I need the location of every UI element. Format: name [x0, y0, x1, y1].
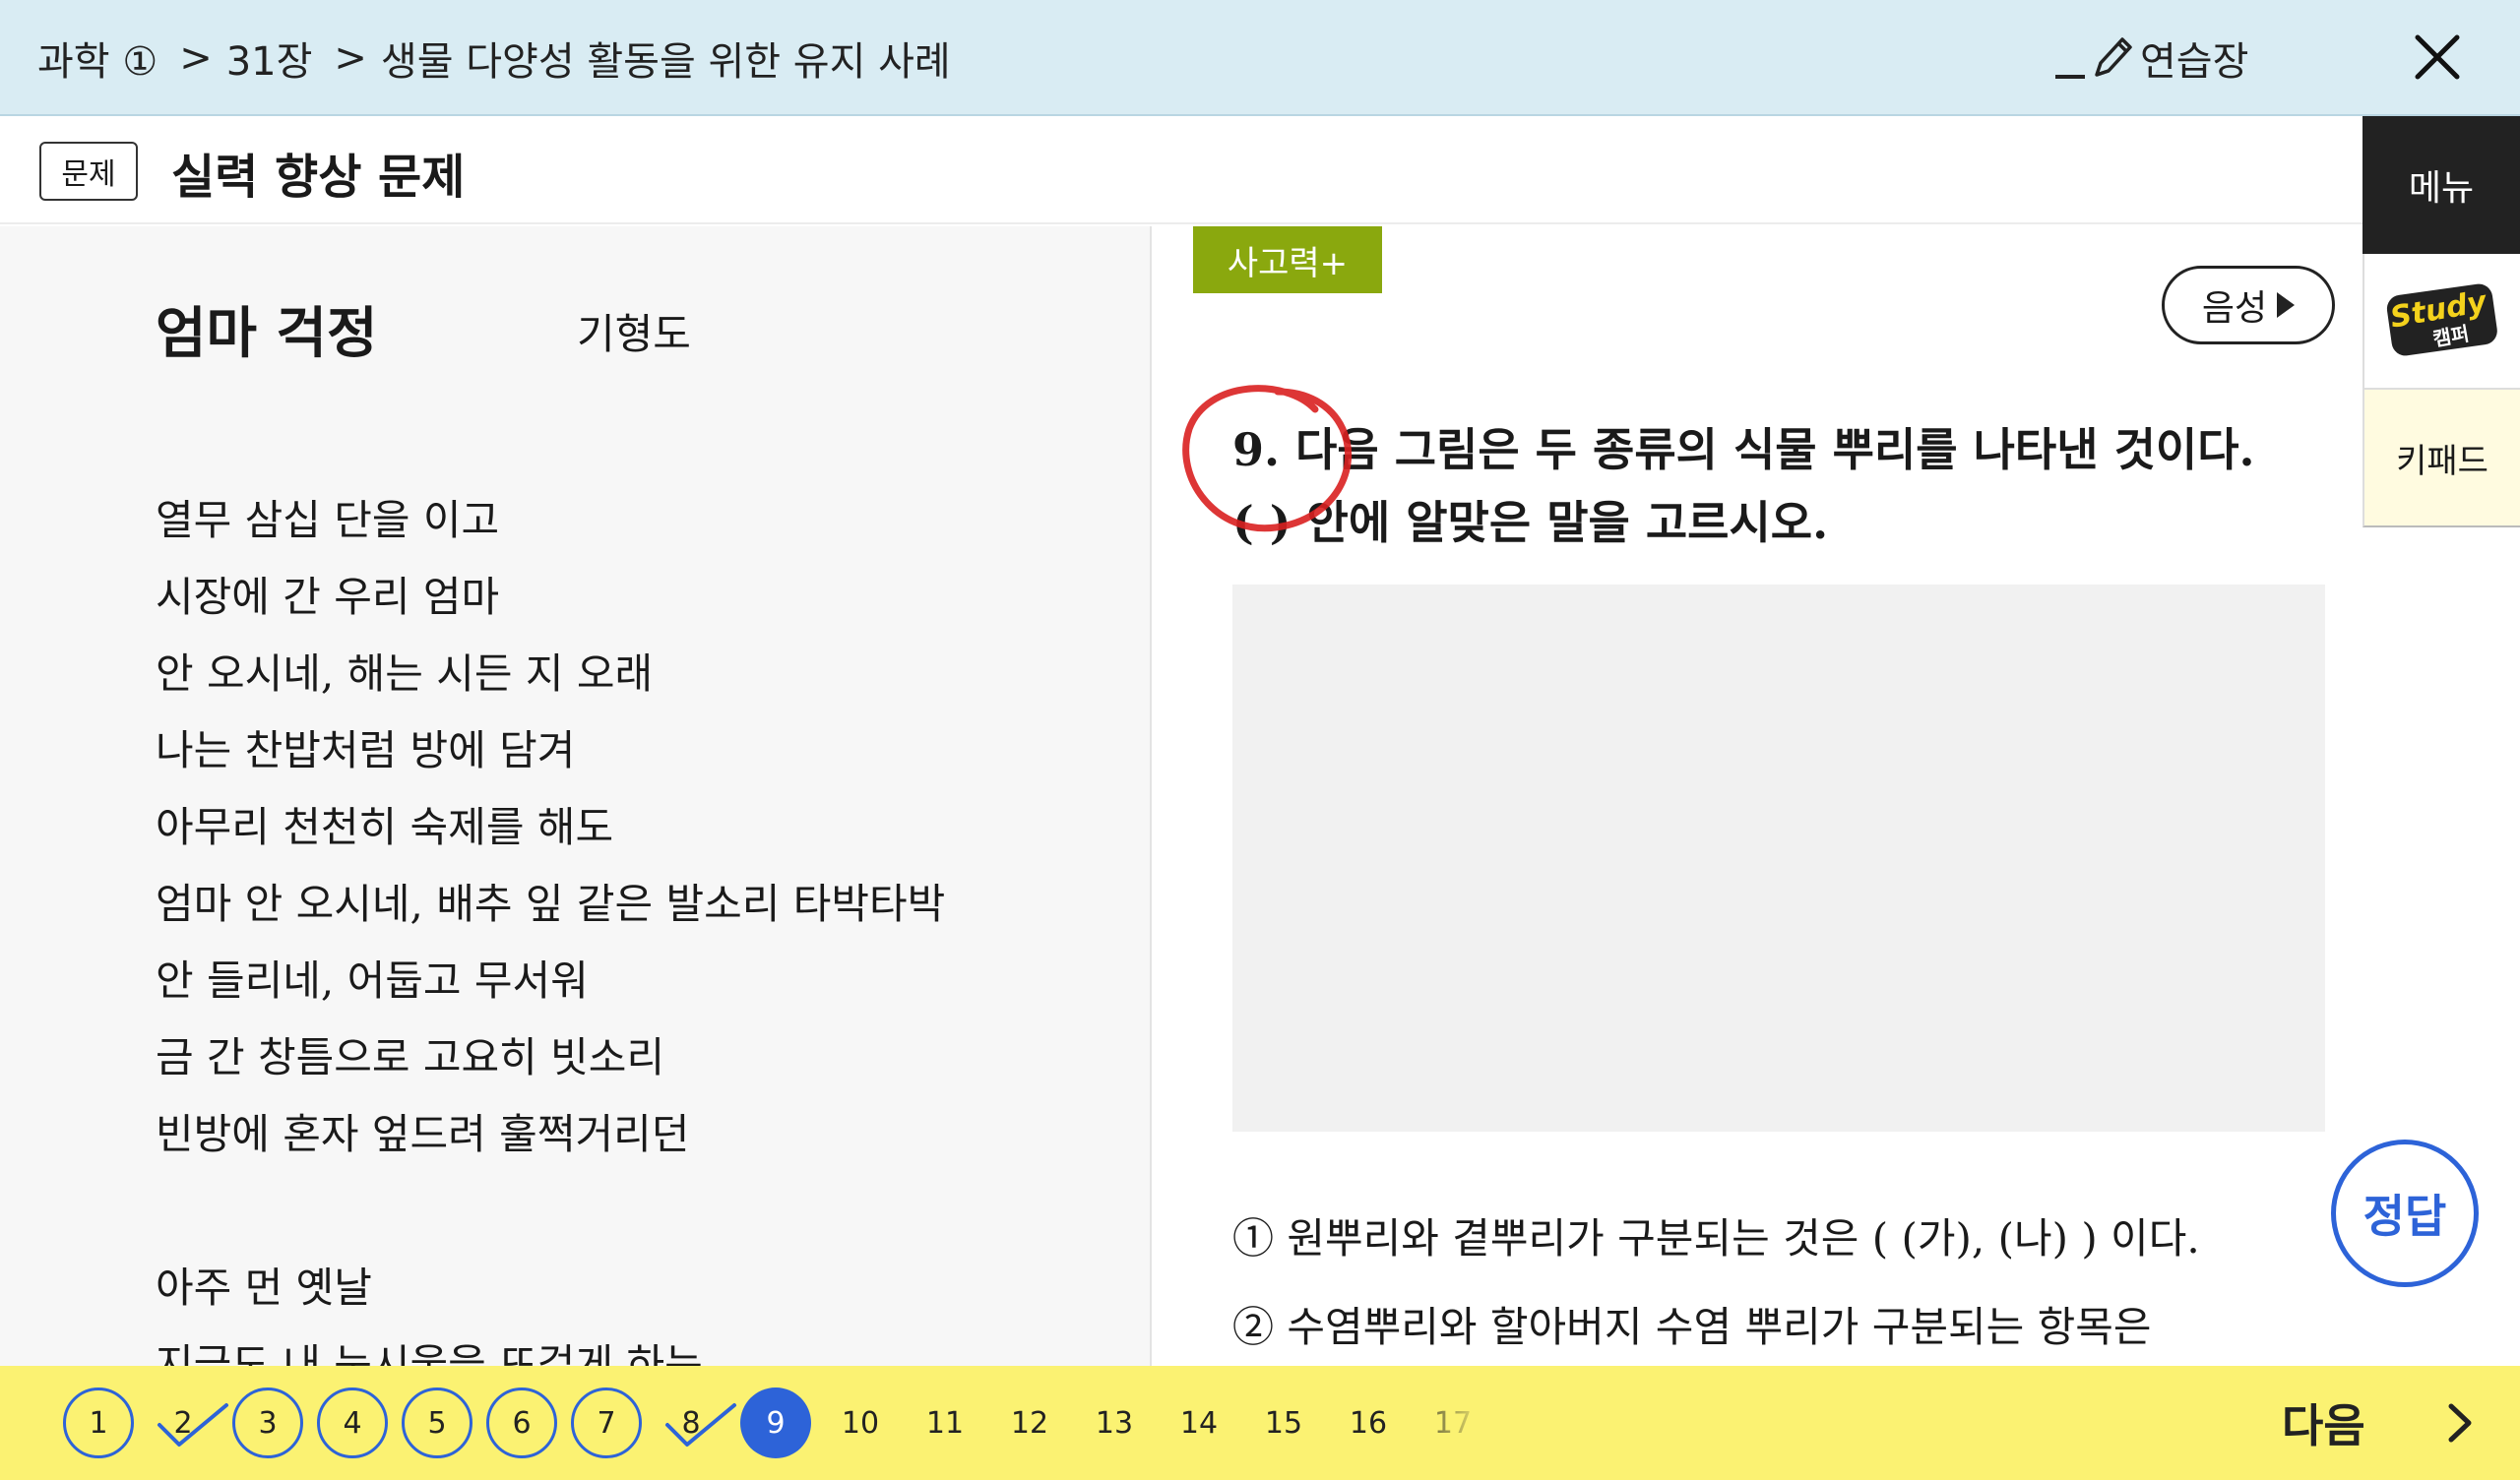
underline-icon: [2055, 75, 2085, 79]
breadcrumb-topic: 생물 다양성 활동을 위한 유지 사례: [380, 39, 951, 85]
poem-line: 아주 먼 옛날: [156, 1264, 372, 1312]
poem-line: 지금도 내 눈시울을 뜨겁게 하는: [156, 1340, 703, 1366]
page-number: 12: [1010, 1405, 1049, 1441]
page-button[interactable]: 6: [486, 1388, 557, 1458]
question-line-1: 9. 다음 그림은 두 종류의 식물 뿌리를 나타낸 것이다.: [1232, 423, 2255, 476]
breadcrumb-subject[interactable]: 과학 ①: [37, 30, 158, 87]
play-icon: [2277, 292, 2296, 318]
next-button[interactable]: 다음: [2282, 1366, 2479, 1480]
page-number: 3: [258, 1405, 278, 1441]
passage-pane[interactable]: 엄마 걱정 기형도 열무 삼십 단을 이고 시장에 간 우리 엄마 안 오시네,…: [0, 226, 1152, 1366]
root-figure-placeholder: [1232, 585, 2325, 1132]
page-number: 13: [1095, 1405, 1134, 1441]
chevron-right-icon: [2448, 1403, 2472, 1443]
option-1[interactable]: ① 원뿌리와 곁뿌리가 구분되는 것은 ( (가), (나) ) 이다.: [1232, 1195, 2200, 1283]
page-number: 14: [1179, 1405, 1219, 1441]
page-number: 10: [841, 1405, 880, 1441]
page-button[interactable]: 8: [656, 1388, 736, 1458]
poem-line: 아무리 천천히 숙제를 해도: [156, 803, 614, 851]
poem-line: 안 들리네, 어둡고 무서워: [156, 956, 589, 1005]
breadcrumb-chapter[interactable]: 31장: [226, 30, 313, 87]
page-number: 1: [89, 1405, 108, 1441]
page-button[interactable]: 3: [232, 1388, 303, 1458]
page-button[interactable]: 9: [740, 1388, 811, 1458]
checkmark-icon: [158, 1403, 228, 1447]
breadcrumb: 과학 ① > 31장 > 생물 다양성 활동을 위한 유지 사례: [37, 30, 951, 87]
poem-line: 열무 삼십 단을 이고: [156, 496, 500, 544]
poem-title: 엄마 걱정: [156, 301, 378, 366]
page-list: 1234567891011121314151617: [63, 1388, 1480, 1458]
practice-pad-button[interactable]: 연습장: [2055, 30, 2248, 87]
poem-author: 기형도: [577, 310, 691, 358]
poem-line: 금 간 창틈으로 고요히 빗소리: [156, 1033, 665, 1081]
page-button[interactable]: 13: [1079, 1388, 1150, 1458]
question-text: 9. 다음 그림은 두 종류의 식물 뿌리를 나타낸 것이다. ( ) 안에 알…: [1232, 413, 2335, 559]
answer-button[interactable]: 정답: [2331, 1140, 2479, 1287]
audio-label: 음성: [2201, 288, 2268, 329]
stanza-gap: [156, 1173, 945, 1250]
option-2[interactable]: ② 수염뿌리와 할아버지 수염 뿌리가 구분되는 항목은: [1232, 1283, 2200, 1366]
pencil-icon: [2095, 37, 2132, 77]
page-button[interactable]: 11: [910, 1388, 980, 1458]
poem-line: 시장에 간 우리 엄마: [156, 573, 500, 621]
top-bar: 과학 ① > 31장 > 생물 다양성 활동을 위한 유지 사례 연습장: [0, 0, 2520, 116]
page-number: 7: [597, 1405, 616, 1441]
page-number: 9: [766, 1405, 786, 1441]
bottom-navigation: 1234567891011121314151617: [0, 1366, 2520, 1480]
page-button[interactable]: 16: [1333, 1388, 1404, 1458]
page-button[interactable]: 15: [1248, 1388, 1319, 1458]
section-header: 문제 실력 향상 문제: [0, 118, 2362, 224]
poem-line: 엄마 안 오시네, 배추 잎 같은 발소리 타박타박: [156, 880, 946, 928]
question-pane[interactable]: 사고력+ 음성 9. 다음 그림은 두 종류의 식물 뿌리를 나타낸 것이다. …: [1154, 226, 2362, 1366]
page-number: 15: [1264, 1405, 1303, 1441]
page-button[interactable]: 12: [994, 1388, 1065, 1458]
page-button[interactable]: 2: [148, 1388, 228, 1458]
page-button[interactable]: 7: [571, 1388, 642, 1458]
page-number: 6: [512, 1405, 532, 1441]
thinking-plus-badge: 사고력+: [1193, 226, 1382, 293]
section-title: 실력 향상 문제: [171, 150, 466, 205]
poem-line: 나는 찬밥처럼 방에 담겨: [156, 726, 576, 774]
keypad-button[interactable]: 키패드: [2362, 390, 2520, 527]
page-number: 5: [427, 1405, 447, 1441]
side-menu-button[interactable]: 메뉴: [2362, 116, 2520, 254]
next-label: 다음: [2282, 1399, 2365, 1452]
page-list-fade: [1398, 1378, 1486, 1472]
breadcrumb-separator-icon: >: [334, 35, 367, 81]
page-button[interactable]: 1: [63, 1388, 134, 1458]
answer-options: ① 원뿌리와 곁뿌리가 구분되는 것은 ( (가), (나) ) 이다. ② 수…: [1232, 1195, 2200, 1366]
audio-button[interactable]: 음성: [2162, 266, 2335, 344]
page-number: 4: [343, 1405, 362, 1441]
poem-body: 열무 삼십 단을 이고 시장에 간 우리 엄마 안 오시네, 해는 시든 지 오…: [156, 482, 945, 1366]
handwritten-circle-mark: [1182, 385, 1353, 532]
close-icon[interactable]: [2408, 28, 2467, 87]
page-number: 11: [925, 1405, 965, 1441]
checkmark-icon: [665, 1403, 736, 1447]
study-camper-logo: Study 캠퍼: [2386, 283, 2497, 356]
breadcrumb-separator-icon: >: [179, 35, 213, 81]
question-line-2: ( ) 안에 알맞은 말을 고르시오.: [1232, 496, 1829, 549]
page-button[interactable]: 10: [825, 1388, 896, 1458]
poem-line: 빈방에 혼자 엎드려 훌쩍거리던: [156, 1110, 690, 1158]
section-tag: 문제: [39, 142, 138, 201]
practice-pad-label: 연습장: [2140, 39, 2249, 85]
page-button[interactable]: 5: [402, 1388, 472, 1458]
study-camper-button[interactable]: Study 캠퍼: [2362, 254, 2520, 390]
page-button[interactable]: 4: [317, 1388, 388, 1458]
page-button[interactable]: 14: [1164, 1388, 1234, 1458]
poem-line: 안 오시네, 해는 시든 지 오래: [156, 649, 654, 698]
page-number: 16: [1349, 1405, 1388, 1441]
